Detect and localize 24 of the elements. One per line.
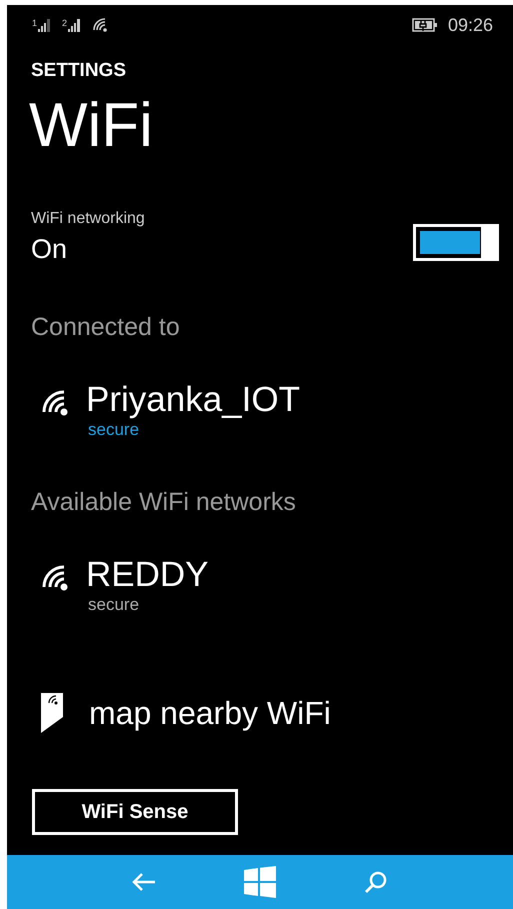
wifi-sense-button[interactable]: WiFi Sense (32, 789, 238, 835)
network-security: secure (88, 420, 140, 440)
signal-bars-icon (68, 18, 82, 32)
map-link[interactable]: map nearby WiFi (89, 694, 331, 732)
clock-time: 09:26 (448, 14, 493, 36)
network-item[interactable]: REDDY secure (37, 555, 513, 615)
group-heading: Connected to (31, 313, 181, 342)
toggle-switch[interactable] (413, 224, 499, 261)
network-name: Priyanka_IOT (86, 380, 300, 420)
setting-label: WiFi networking (31, 210, 145, 228)
signal-bars-icon (38, 18, 52, 32)
battery-charging-icon (412, 18, 438, 32)
signal-indicator: 1 (32, 18, 52, 32)
section-title: SETTINGS (31, 60, 128, 82)
network-item[interactable]: Priyanka_IOT secure (37, 380, 513, 440)
windows-logo-icon[interactable] (244, 866, 276, 898)
group-heading: Available WiFi networks (31, 488, 297, 517)
back-icon[interactable] (130, 872, 157, 892)
network-name: REDDY (86, 555, 209, 595)
page-title: WiFi (29, 90, 154, 162)
signal-indicator: 2 (62, 18, 82, 32)
setting-value: On (31, 234, 68, 265)
wifi-icon (92, 17, 108, 33)
network-security: secure (88, 595, 140, 615)
